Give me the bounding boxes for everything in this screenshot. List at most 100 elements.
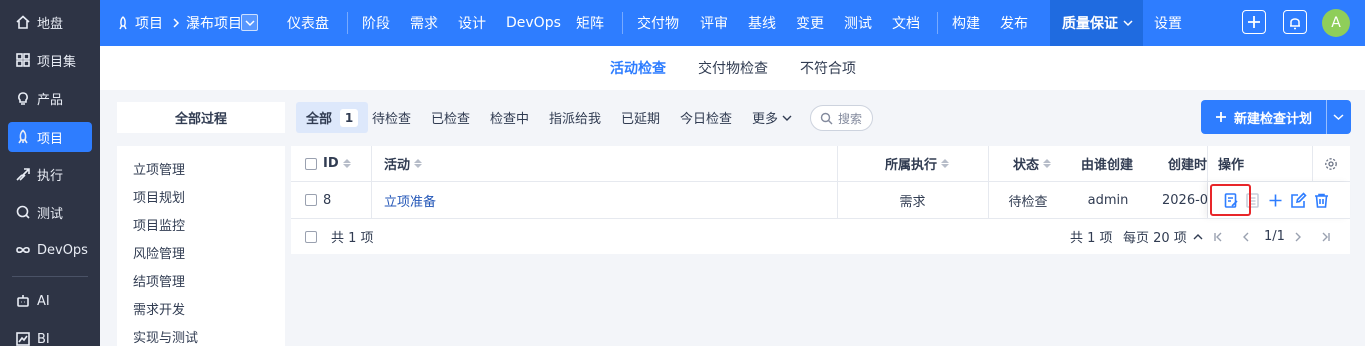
filter-checked[interactable]: 已检查 [431,102,470,133]
page-indicator: 1/1 [1264,229,1285,244]
tree-item[interactable]: 结项管理 [133,271,185,290]
nav-review[interactable]: 评审 [700,0,728,46]
column-header-created[interactable]: 创建时 [1168,146,1208,181]
column-header-activity[interactable]: 活动 [384,146,584,181]
nav-design[interactable]: 设计 [458,0,486,46]
process-tree: 立项管理 项目规划 项目监控 风险管理 结项管理 需求开发 实现与测试 [117,146,285,346]
last-page-button[interactable] [1321,219,1331,254]
tree-item[interactable]: 实现与测试 [133,327,198,346]
sidebar-item-label: 产品 [37,92,64,108]
count-badge: 1 [340,108,359,127]
nav-stage[interactable]: 阶段 [362,0,390,46]
filter-assigned-to-me[interactable]: 指派给我 [549,102,601,133]
nav-document[interactable]: 文档 [892,0,920,46]
plus-icon[interactable] [1266,191,1284,209]
chevron-down-icon [782,114,792,122]
column-header-creator[interactable]: 由谁创建 [1081,146,1161,181]
column-divider [1312,146,1313,181]
notification-button[interactable] [1283,10,1307,34]
nav-change[interactable]: 变更 [796,0,824,46]
tree-item[interactable]: 项目监控 [133,215,185,234]
new-check-plan-button[interactable]: 新建检查计划 [1201,100,1351,134]
filter-checking[interactable]: 检查中 [490,102,529,133]
nav-devops[interactable]: DevOps [506,0,561,46]
chevron-up-icon [1193,233,1203,241]
plus-icon [1247,15,1261,29]
infinity-icon [14,241,32,259]
column-header-status[interactable]: 状态 [1013,146,1083,181]
tree-item[interactable]: 风险管理 [133,243,185,262]
sort-icon [414,159,423,168]
sidebar-item-devops[interactable]: DevOps [8,235,92,265]
filter-delayed[interactable]: 已延期 [621,102,660,133]
project-switch-dropdown[interactable] [241,14,258,31]
sidebar-item-bi[interactable]: BI [8,324,92,346]
sidebar-item-executions[interactable]: 执行 [8,159,92,189]
chevron-down-icon[interactable] [1333,113,1344,121]
last-page-icon [1321,232,1331,242]
sidebar-item-label: 项目 [37,131,64,147]
nav-release[interactable]: 发布 [1000,0,1028,46]
sidebar-item-products[interactable]: 产品 [8,83,92,113]
process-filter-header[interactable]: 全部过程 [117,102,285,133]
chevron-right-icon [172,18,180,28]
next-page-button[interactable] [1294,219,1302,254]
sidebar-item-projects[interactable]: 项目 [8,122,92,152]
bell-icon [1288,15,1302,30]
column-settings-button[interactable] [1324,146,1344,181]
activity-link[interactable]: 立项准备 [384,182,584,218]
chart-icon [14,330,32,346]
first-page-button[interactable] [1213,219,1223,254]
sort-icon [1043,159,1052,168]
table-cell-creator: admin [1087,192,1129,208]
footer-checkbox[interactable] [305,230,317,243]
nav-dashboard[interactable]: 仪表盘 [287,0,329,46]
nav-separator [622,12,623,34]
tree-item[interactable]: 需求开发 [133,299,185,318]
sidebar-item-tests[interactable]: 测试 [8,197,92,227]
nav-quality-assurance[interactable]: 质量保证 [1062,0,1133,46]
grid-icon [14,51,32,69]
filter-to-check[interactable]: 待检查 [372,102,411,133]
user-avatar[interactable]: A [1322,9,1350,37]
filter-today[interactable]: 今日检查 [680,102,732,133]
button-divider [1326,100,1327,134]
select-all-checkbox[interactable] [305,157,317,170]
filter-all[interactable]: 全部 1 [296,102,369,133]
tab-activity-check[interactable]: 活动检查 [610,46,666,90]
per-page-dropdown[interactable]: 每页 20 项 [1123,219,1203,254]
nav-testing[interactable]: 测试 [844,0,872,46]
breadcrumb-project-root[interactable]: 项目 [117,0,163,46]
first-page-icon [1213,232,1223,242]
sidebar-item-ai[interactable]: AI [8,286,92,316]
tab-deliverable-check[interactable]: 交付物检查 [698,46,768,90]
nav-build[interactable]: 构建 [952,0,980,46]
nav-matrix[interactable]: 矩阵 [576,0,604,46]
search-button[interactable]: 搜索 [810,105,873,131]
trash-icon[interactable] [1312,191,1330,209]
sidebar-item-dashboard[interactable]: 地盘 [8,7,92,37]
column-header-id[interactable]: ID [305,146,375,181]
nav-settings[interactable]: 设置 [1154,0,1182,46]
sidebar-item-programs[interactable]: 项目集 [8,45,92,75]
breadcrumb-project-name[interactable]: 瀑布项目 [186,0,242,46]
nav-deliverable[interactable]: 交付物 [637,0,679,46]
tab-nonconformity[interactable]: 不符合项 [800,46,856,90]
quick-create-button[interactable] [1242,10,1266,34]
nav-story[interactable]: 需求 [410,0,438,46]
prev-page-button[interactable] [1242,219,1250,254]
nav-separator [347,12,348,34]
nav-baseline[interactable]: 基线 [748,0,776,46]
tree-item[interactable]: 项目规划 [133,187,185,206]
sidebar-item-label: DevOps [37,242,88,258]
process-header-arrow [275,102,285,132]
chevron-right-icon [1294,232,1302,242]
filter-more-dropdown[interactable]: 更多 [752,102,792,133]
column-header-execution[interactable]: 所属执行 [885,146,965,181]
sidebar-item-label: 项目集 [37,54,77,70]
column-divider [371,146,372,218]
row-checkbox[interactable] [305,194,317,206]
table-cell-created: 2026-0 [1162,192,1208,208]
tree-item[interactable]: 立项管理 [133,159,185,178]
edit-icon[interactable] [1289,191,1307,209]
